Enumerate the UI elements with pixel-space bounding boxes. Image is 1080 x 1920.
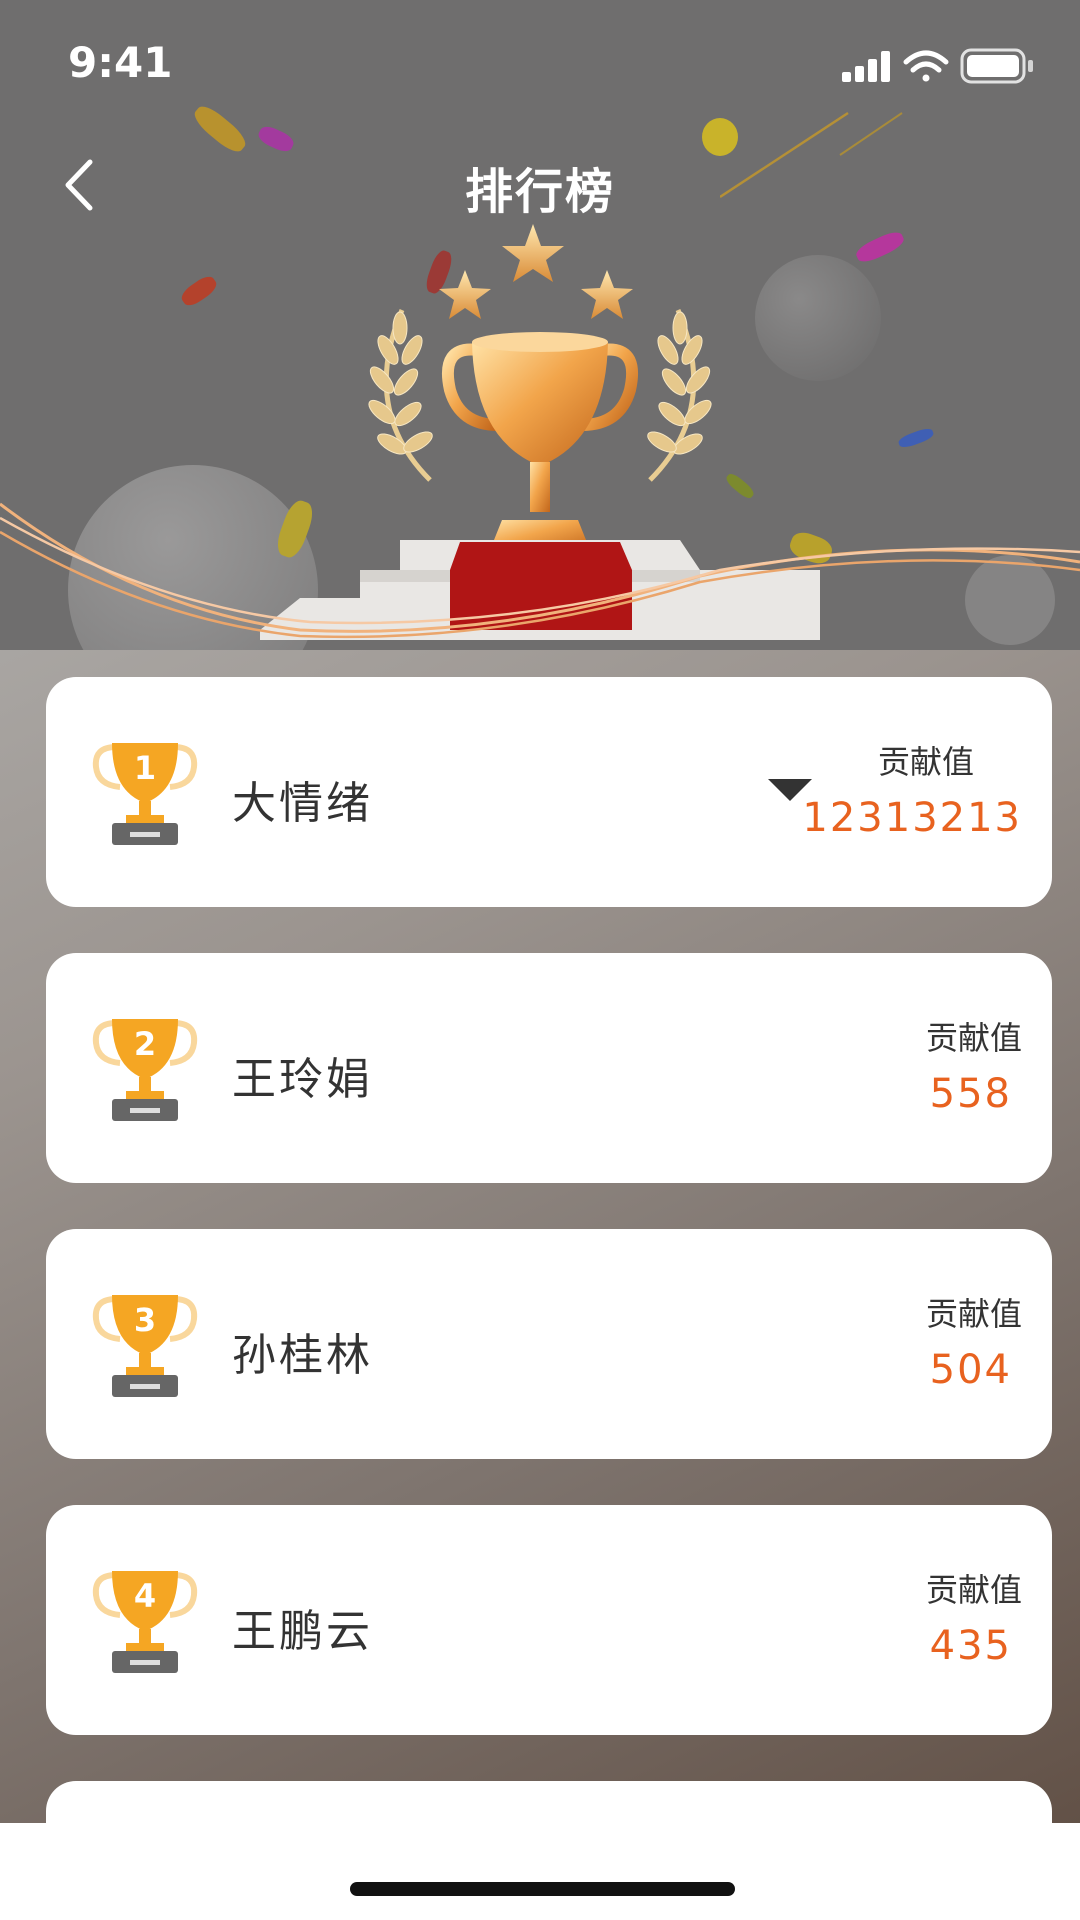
status-time: 9:41: [68, 38, 173, 87]
trophy-icon: 4: [92, 1571, 198, 1673]
rank-number: 4: [134, 1577, 156, 1615]
wifi-icon: [903, 50, 949, 82]
score-label: 贡献值: [925, 1295, 1022, 1333]
rank-number: 2: [134, 1025, 156, 1063]
score-value: 558: [929, 1071, 1012, 1117]
wave-divider: [0, 502, 1080, 639]
member-name: 孙桂林: [232, 1330, 373, 1381]
score-value: 435: [929, 1623, 1012, 1669]
ranking-card[interactable]: 1 大情绪 贡献值 12313213: [46, 677, 1052, 907]
cellular-signal-icon: [842, 51, 890, 82]
trophy-cup: [472, 342, 608, 466]
trophy-icon: 3: [92, 1295, 198, 1397]
score-label: 贡献值: [925, 1019, 1022, 1057]
ranking-page: 9:41 排行榜 1 大情绪 贡献值 12313213 2 王玲娟 贡献值 55…: [0, 0, 1080, 1920]
score-value: 12313213: [802, 795, 1022, 841]
bottom-safe-area: [0, 1823, 1080, 1920]
home-indicator[interactable]: [350, 1882, 735, 1896]
score-label: 贡献值: [877, 743, 974, 781]
member-name: 大情绪: [232, 778, 373, 829]
star-icon: [502, 224, 564, 282]
score-value: 504: [929, 1347, 1012, 1393]
battery-icon: [960, 48, 1033, 84]
star-icon: [439, 270, 491, 319]
trophy-icon: 1: [92, 743, 198, 845]
ranking-card[interactable]: 2 王玲娟 贡献值 558: [46, 953, 1052, 1183]
rank-number: 3: [134, 1301, 156, 1339]
star-icon: [581, 270, 633, 319]
confetti: [853, 228, 907, 266]
status-icons: [842, 48, 1033, 84]
status-bar: 9:41: [0, 0, 1080, 130]
trophy-icon: 2: [92, 1019, 198, 1121]
member-name: 王鹏云: [232, 1606, 373, 1657]
member-name: 王玲娟: [232, 1054, 373, 1105]
ranking-card[interactable]: 4 王鹏云 贡献值 435: [46, 1505, 1052, 1735]
ranking-card[interactable]: 3 孙桂林 贡献值 504: [46, 1229, 1052, 1459]
rank-number: 1: [134, 749, 156, 787]
score-label: 贡献值: [925, 1571, 1022, 1609]
confetti: [897, 426, 935, 450]
confetti: [178, 272, 220, 310]
